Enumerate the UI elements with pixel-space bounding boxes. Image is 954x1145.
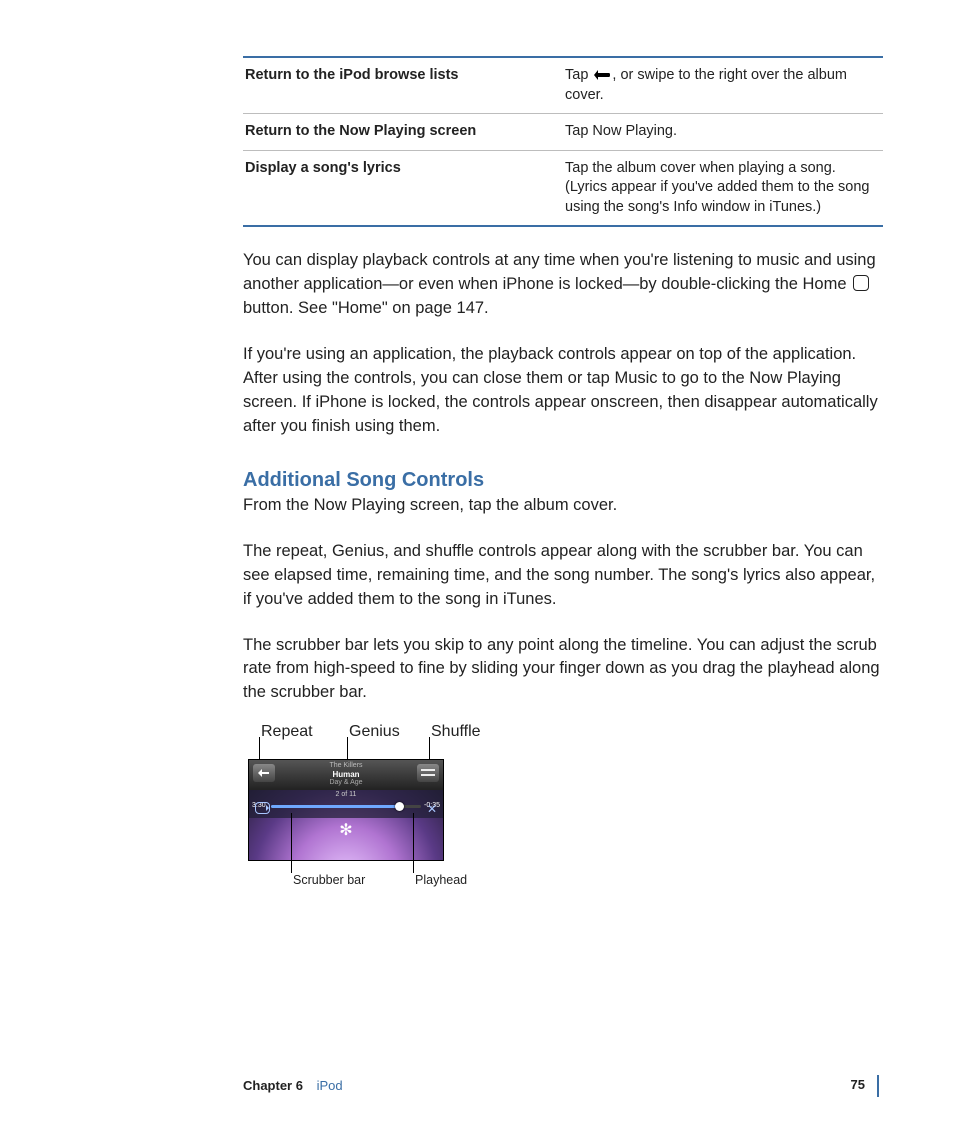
track-count: 2 of 11 bbox=[249, 791, 443, 798]
callout-scrubber: Scrubber bar bbox=[293, 873, 365, 887]
footer-accent-bar bbox=[877, 1075, 879, 1097]
song-label: Human bbox=[249, 770, 443, 779]
controls-table: Return to the iPod browse lists Tap , or… bbox=[243, 56, 883, 227]
paragraph-2: If you're using an application, the play… bbox=[243, 343, 883, 439]
artist-label: The Killers bbox=[249, 762, 443, 769]
shuffle-icon: ✕ bbox=[427, 802, 437, 816]
back-arrow-icon bbox=[593, 69, 611, 81]
now-playing-diagram: Repeat Genius Shuffle The Killers Human … bbox=[243, 723, 503, 883]
footer-page: 75 bbox=[851, 1077, 865, 1092]
row1-pre: Tap bbox=[565, 67, 592, 83]
row3-action: Display a song's lyrics bbox=[243, 150, 563, 226]
footer-chapter: Chapter 6 bbox=[243, 1078, 303, 1093]
row3-howto: Tap the album cover when playing a song.… bbox=[563, 150, 883, 226]
footer-section: iPod bbox=[317, 1078, 343, 1093]
playhead-dot bbox=[395, 802, 404, 811]
row1-action: Return to the iPod browse lists bbox=[243, 57, 563, 114]
paragraph-5: The scrubber bar lets you skip to any po… bbox=[243, 634, 883, 706]
callout-shuffle: Shuffle bbox=[431, 723, 481, 741]
scrubber-fill bbox=[271, 805, 399, 808]
paragraph-1: You can display playback controls at any… bbox=[243, 249, 883, 321]
row2-action: Return to the Now Playing screen bbox=[243, 114, 563, 151]
repeat-icon bbox=[255, 802, 270, 814]
paragraph-3: From the Now Playing screen, tap the alb… bbox=[243, 494, 883, 518]
row1-howto: Tap , or swipe to the right over the alb… bbox=[563, 57, 883, 114]
row2-howto: Tap Now Playing. bbox=[563, 114, 883, 151]
page-footer: Chapter 6 iPod 75 bbox=[75, 1077, 879, 1099]
section-heading: Additional Song Controls bbox=[243, 469, 883, 492]
paragraph-1-pre: You can display playback controls at any… bbox=[243, 251, 876, 293]
genius-icon: ✻ bbox=[339, 820, 352, 840]
paragraph-4: The repeat, Genius, and shuffle controls… bbox=[243, 540, 883, 612]
now-playing-screenshot: The Killers Human Day & Age 2 of 11 3:30… bbox=[248, 759, 444, 861]
paragraph-1-post: button. See "Home" on page 147. bbox=[243, 299, 489, 317]
callout-playhead: Playhead bbox=[415, 873, 467, 887]
callout-repeat: Repeat bbox=[261, 723, 313, 741]
callout-genius: Genius bbox=[349, 723, 400, 741]
album-label: Day & Age bbox=[249, 779, 443, 786]
home-button-icon bbox=[853, 275, 869, 291]
